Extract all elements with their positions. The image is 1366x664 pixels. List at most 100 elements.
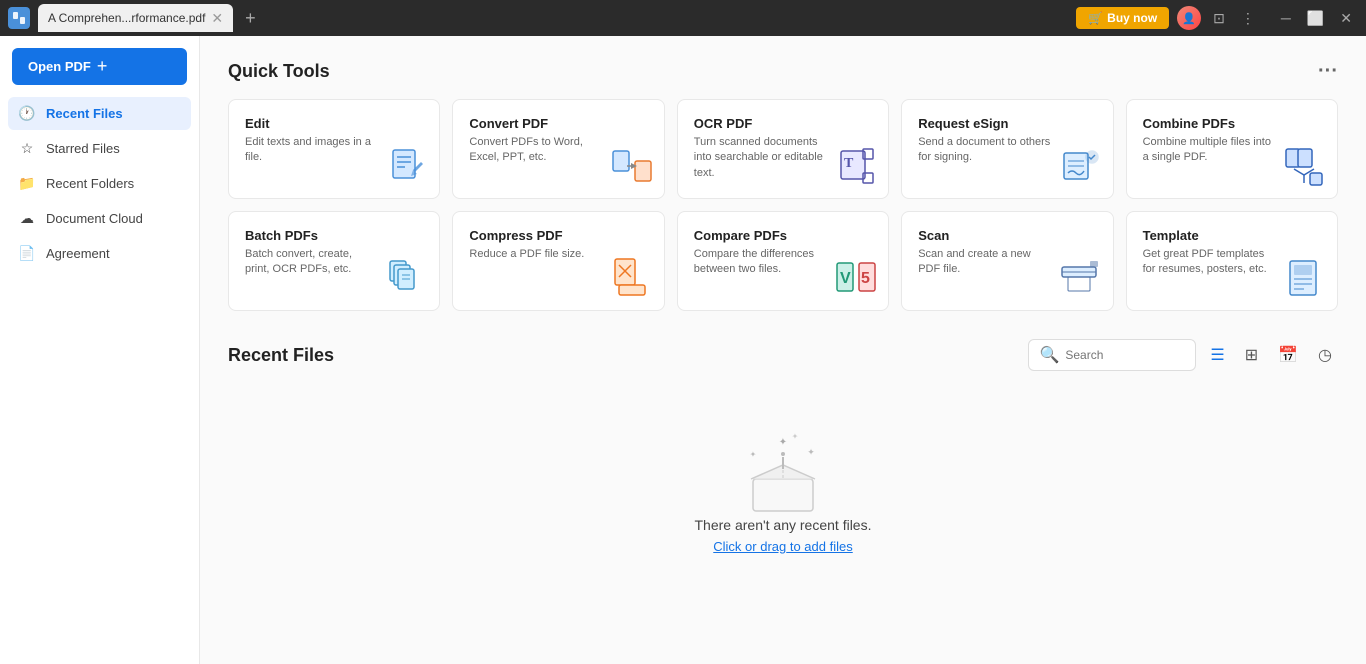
svg-text:✦: ✦ xyxy=(807,447,815,457)
recent-controls: 🔍 ☰ ⊞ 📅 ◷ xyxy=(1028,339,1338,371)
starred-files-label: Starred Files xyxy=(46,141,120,156)
combine-icon xyxy=(1283,144,1327,188)
tool-card-compare[interactable]: Compare PDFs Compare the differences bet… xyxy=(677,211,889,311)
tool-card-edit[interactable]: Edit Edit texts and images in a file. xyxy=(228,99,440,199)
sidebar-top: Open PDF + xyxy=(0,48,199,97)
edit-icon xyxy=(385,144,429,188)
compare-desc: Compare the differences between two file… xyxy=(694,247,828,278)
ocr-desc: Turn scanned documents into searchable o… xyxy=(694,135,828,181)
convert-title: Convert PDF xyxy=(469,116,647,131)
svg-text:T: T xyxy=(844,156,854,171)
batch-icon xyxy=(385,256,429,300)
quick-tools-section: Quick Tools ··· xyxy=(228,60,1338,83)
sidebar-item-starred-files[interactable]: ☆ Starred Files xyxy=(8,132,191,165)
search-box[interactable]: 🔍 xyxy=(1028,339,1196,371)
sidebar: Open PDF + 🕐 Recent Files ☆ Starred File… xyxy=(0,36,200,664)
tool-card-convert[interactable]: Convert PDF Convert PDFs to Word, Excel,… xyxy=(452,99,664,199)
sidebar-item-agreement[interactable]: 📄 Agreement xyxy=(8,237,191,270)
sidebar-item-document-cloud[interactable]: ☁ Document Cloud xyxy=(8,202,191,235)
titlebar: A Comprehen...rformance.pdf ✕ + 🛒 Buy no… xyxy=(0,0,1366,36)
list-view-button[interactable]: ☰ xyxy=(1204,341,1230,369)
scan-title: Scan xyxy=(918,228,1096,243)
document-cloud-label: Document Cloud xyxy=(46,211,143,226)
esign-title: Request eSign xyxy=(918,116,1096,131)
app-logo xyxy=(8,7,30,29)
tools-grid: Edit Edit texts and images in a file. Co… xyxy=(228,99,1338,311)
template-desc: Get great PDF templates for resumes, pos… xyxy=(1143,247,1277,278)
compare-icon: V 5 xyxy=(834,256,878,300)
cart-icon: 🛒 xyxy=(1088,11,1103,25)
tool-card-batch[interactable]: Batch PDFs Batch convert, create, print,… xyxy=(228,211,440,311)
recent-files-label: Recent Files xyxy=(46,106,123,121)
grid-view-button[interactable]: ⊞ xyxy=(1239,341,1264,369)
tool-card-ocr[interactable]: OCR PDF Turn scanned documents into sear… xyxy=(677,99,889,199)
app-body: Open PDF + 🕐 Recent Files ☆ Starred File… xyxy=(0,36,1366,664)
tool-card-compress[interactable]: Compress PDF Reduce a PDF file size. xyxy=(452,211,664,311)
sidebar-nav: 🕐 Recent Files ☆ Starred Files 📁 Recent … xyxy=(0,97,199,270)
click-or-drag-link[interactable]: Click or drag xyxy=(713,539,786,554)
convert-desc: Convert PDFs to Word, Excel, PPT, etc. xyxy=(469,135,603,166)
svg-text:✦: ✦ xyxy=(750,450,757,459)
filter-button[interactable]: ◷ xyxy=(1312,341,1338,369)
add-icon: + xyxy=(97,56,108,77)
screen-icon[interactable]: ⊡ xyxy=(1209,10,1229,27)
open-pdf-button[interactable]: Open PDF + xyxy=(12,48,187,85)
compress-title: Compress PDF xyxy=(469,228,647,243)
search-input[interactable] xyxy=(1065,348,1185,362)
batch-title: Batch PDFs xyxy=(245,228,423,243)
batch-desc: Batch convert, create, print, OCR PDFs, … xyxy=(245,247,379,278)
tool-card-combine[interactable]: Combine PDFs Combine multiple files into… xyxy=(1126,99,1338,199)
new-tab-button[interactable]: + xyxy=(241,8,260,29)
template-title: Template xyxy=(1143,228,1321,243)
combine-desc: Combine multiple files into a single PDF… xyxy=(1143,135,1277,166)
main-content: Quick Tools ··· Edit Edit texts and imag… xyxy=(200,36,1366,664)
recent-files-title: Recent Files xyxy=(228,345,334,366)
svg-text:V: V xyxy=(840,270,851,287)
tab-title: A Comprehen...rformance.pdf xyxy=(48,11,205,25)
compare-title: Compare PDFs xyxy=(694,228,872,243)
tool-card-scan[interactable]: Scan Scan and create a new PDF file. xyxy=(901,211,1113,311)
avatar[interactable]: 👤 xyxy=(1177,6,1201,30)
template-icon xyxy=(1283,256,1327,300)
esign-desc: Send a document to others for signing. xyxy=(918,135,1052,166)
empty-state: ✦ ✦ ✦ ✦ There aren't any recent files. C… xyxy=(228,387,1338,574)
tool-card-template[interactable]: Template Get great PDF templates for res… xyxy=(1126,211,1338,311)
open-pdf-label: Open PDF xyxy=(28,59,91,74)
convert-icon xyxy=(610,144,654,188)
window-controls: ─ ⬜ ✕ xyxy=(1275,10,1358,27)
tool-card-esign[interactable]: Request eSign Send a document to others … xyxy=(901,99,1113,199)
cta-suffix: to add files xyxy=(786,539,853,554)
empty-illustration: ✦ ✦ ✦ ✦ xyxy=(733,427,833,517)
more-icon[interactable]: ··· xyxy=(1318,60,1338,83)
sidebar-item-recent-folders[interactable]: 📁 Recent Folders xyxy=(8,167,191,200)
edit-title: Edit xyxy=(245,116,423,131)
sidebar-item-recent-files[interactable]: 🕐 Recent Files xyxy=(8,97,191,130)
clock-icon: 🕐 xyxy=(18,105,36,122)
folder-icon: 📁 xyxy=(18,175,36,192)
svg-text:✦: ✦ xyxy=(792,432,799,441)
recent-folders-label: Recent Folders xyxy=(46,176,134,191)
combine-title: Combine PDFs xyxy=(1143,116,1321,131)
empty-message: There aren't any recent files. xyxy=(695,517,872,533)
scan-icon xyxy=(1059,256,1103,300)
ocr-title: OCR PDF xyxy=(694,116,872,131)
empty-cta: Click or drag to add files xyxy=(713,539,852,554)
search-icon: 🔍 xyxy=(1039,345,1059,365)
maximize-button[interactable]: ⬜ xyxy=(1301,10,1330,27)
scan-desc: Scan and create a new PDF file. xyxy=(918,247,1052,278)
esign-icon xyxy=(1059,144,1103,188)
close-button[interactable]: ✕ xyxy=(1334,10,1358,27)
star-icon: ☆ xyxy=(18,140,36,157)
active-tab[interactable]: A Comprehen...rformance.pdf ✕ xyxy=(38,4,233,32)
calendar-view-button[interactable]: 📅 xyxy=(1272,341,1304,369)
compress-desc: Reduce a PDF file size. xyxy=(469,247,603,262)
minimize-button[interactable]: ─ xyxy=(1275,10,1297,27)
document-icon: 📄 xyxy=(18,245,36,262)
quick-tools-title: Quick Tools xyxy=(228,61,330,82)
buy-now-button[interactable]: 🛒 Buy now xyxy=(1076,7,1169,29)
recent-files-header: Recent Files 🔍 ☰ ⊞ 📅 ◷ xyxy=(228,339,1338,371)
more-options-icon[interactable]: ⋮ xyxy=(1237,10,1259,27)
compress-icon xyxy=(610,256,654,300)
svg-text:5: 5 xyxy=(861,270,870,287)
tab-close-icon[interactable]: ✕ xyxy=(211,10,223,27)
